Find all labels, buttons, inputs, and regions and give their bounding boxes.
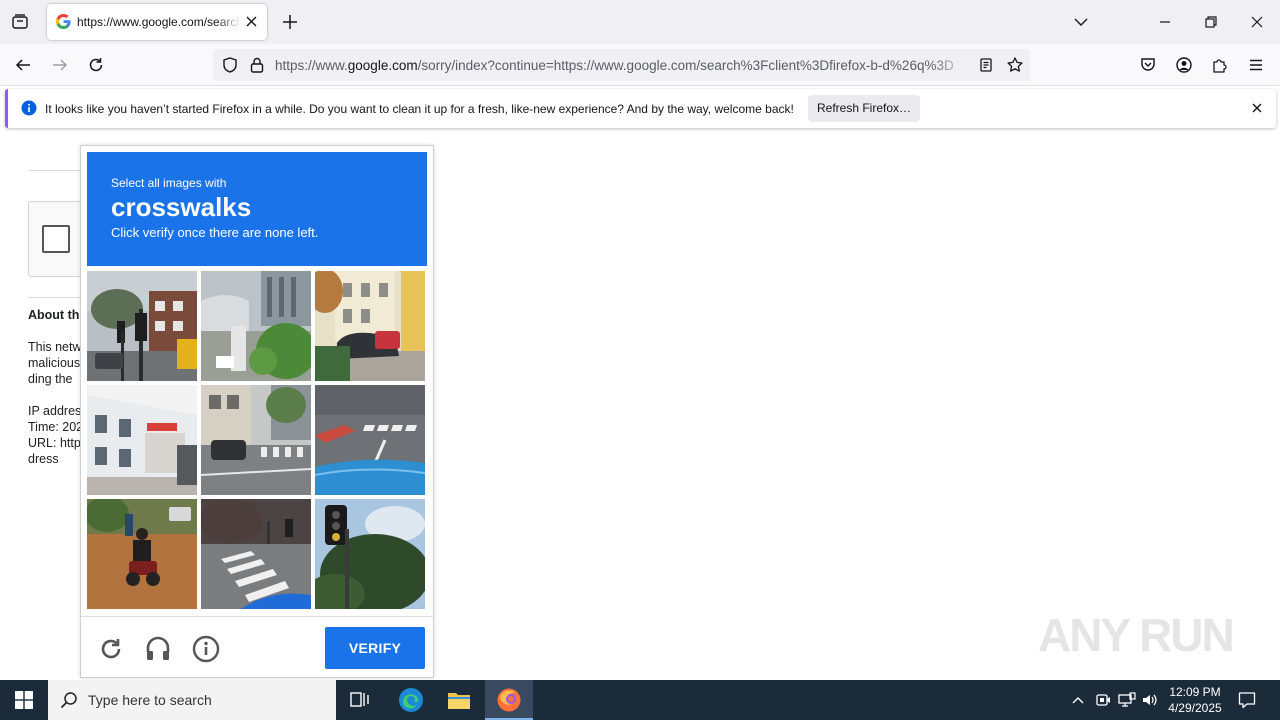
file-explorer-folder-icon[interactable] <box>447 689 471 711</box>
new-tab-plus-icon[interactable] <box>281 13 299 31</box>
google-favicon-icon <box>56 14 71 29</box>
pocket-icon[interactable] <box>1139 56 1157 74</box>
list-tabs-chevron-down-icon[interactable] <box>1073 14 1089 30</box>
firefox-icon <box>496 687 522 713</box>
account-icon[interactable] <box>1175 56 1193 74</box>
tab-bar: https://www.google.com/search?client=fir… <box>0 0 1280 44</box>
image-tile-7[interactable] <box>87 499 197 609</box>
navigation-toolbar: https://www.google.com/sorry/index?conti… <box>0 44 1280 86</box>
recaptcha-challenge-popup: Select all images with crosswalks Click … <box>80 145 434 678</box>
window-restore-icon[interactable] <box>1203 14 1219 30</box>
url-text[interactable]: https://www.google.com/sorry/index?conti… <box>275 58 971 73</box>
firefox-taskbar-button[interactable] <box>485 680 533 720</box>
footer-divider <box>81 616 433 617</box>
audio-challenge-headphones-icon[interactable] <box>144 635 172 663</box>
challenge-header: Select all images with crosswalks Click … <box>87 152 427 266</box>
address-bar[interactable]: https://www.google.com/sorry/index?conti… <box>213 49 1030 81</box>
network-icon[interactable] <box>1118 692 1136 708</box>
about-heading: About th <box>28 308 80 322</box>
notification-center-icon[interactable] <box>1238 691 1256 709</box>
back-arrow-icon[interactable] <box>14 56 32 74</box>
image-tile-6[interactable] <box>315 385 425 495</box>
image-tile-4[interactable] <box>87 385 197 495</box>
info-line: Time: 202 <box>28 420 84 434</box>
info-line: IP addres <box>28 404 82 418</box>
hamburger-menu-icon[interactable] <box>1247 56 1265 74</box>
tab-title: https://www.google.com/search?client=fir… <box>77 15 241 29</box>
reload-icon[interactable] <box>87 56 105 74</box>
bookmark-star-icon[interactable] <box>1006 56 1024 74</box>
instruction-sub: Click verify once there are none left. <box>111 225 319 240</box>
image-tile-1[interactable] <box>87 271 197 381</box>
recaptcha-checkbox[interactable] <box>42 225 70 253</box>
tab-close-icon[interactable] <box>245 15 258 28</box>
reload-challenge-icon[interactable] <box>98 636 124 662</box>
meet-now-camera-icon[interactable] <box>1095 692 1111 708</box>
search-icon <box>60 691 78 709</box>
tracking-protection-shield-icon[interactable] <box>221 56 239 74</box>
about-text-line: malicious <box>28 356 81 370</box>
windows-taskbar: Type here to search 12:09 PM 4/29/2025 <box>0 680 1280 720</box>
firefox-refresh-notification: It looks like you haven’t started Firefo… <box>5 89 1276 128</box>
browser-tab-active[interactable]: https://www.google.com/search?client=fir… <box>47 4 267 40</box>
divider-top <box>28 170 88 171</box>
image-tile-2[interactable] <box>201 271 311 381</box>
help-info-icon[interactable] <box>192 635 220 663</box>
info-line: dress <box>28 452 59 466</box>
clock-time: 12:09 PM <box>1169 685 1221 699</box>
anyrun-watermark: ANY RUN <box>1038 609 1235 661</box>
image-tile-3[interactable] <box>315 271 425 381</box>
image-tile-5[interactable] <box>201 385 311 495</box>
tab-manager-icon[interactable] <box>10 12 30 32</box>
refresh-firefox-button[interactable]: Refresh Firefox… <box>808 95 920 122</box>
image-tile-9[interactable] <box>315 499 425 609</box>
target-word: crosswalks <box>111 192 252 222</box>
verify-button[interactable]: VERIFY <box>325 627 425 669</box>
task-view-icon[interactable] <box>350 691 370 709</box>
volume-speaker-icon[interactable] <box>1141 692 1159 708</box>
extensions-puzzle-icon[interactable] <box>1211 56 1229 74</box>
instruction-small: Select all images with <box>111 176 227 190</box>
notification-message: It looks like you haven’t started Firefo… <box>45 102 794 116</box>
divider-middle <box>28 297 88 298</box>
windows-start-icon[interactable] <box>15 691 33 709</box>
about-text-line: This netw <box>28 340 82 354</box>
info-icon <box>21 100 37 116</box>
system-clock[interactable]: 12:09 PM 4/29/2025 <box>1160 684 1230 716</box>
recaptcha-checkbox-container <box>28 201 88 277</box>
forward-arrow-icon[interactable] <box>51 56 69 74</box>
taskbar-search-box[interactable]: Type here to search <box>48 680 336 720</box>
notification-close-icon[interactable] <box>1251 102 1263 114</box>
show-hidden-icons-chevron-up-icon[interactable] <box>1071 693 1085 707</box>
info-line: URL: http <box>28 436 81 450</box>
lock-icon[interactable] <box>249 56 265 74</box>
search-placeholder: Type here to search <box>88 692 212 708</box>
reader-view-icon[interactable] <box>978 57 994 73</box>
image-tile-8[interactable] <box>201 499 311 609</box>
window-close-icon[interactable] <box>1249 14 1265 30</box>
clock-date: 4/29/2025 <box>1168 701 1222 715</box>
window-minimize-icon[interactable] <box>1157 14 1173 30</box>
about-text-line: ding the <box>28 372 73 386</box>
edge-browser-icon[interactable] <box>398 687 424 713</box>
